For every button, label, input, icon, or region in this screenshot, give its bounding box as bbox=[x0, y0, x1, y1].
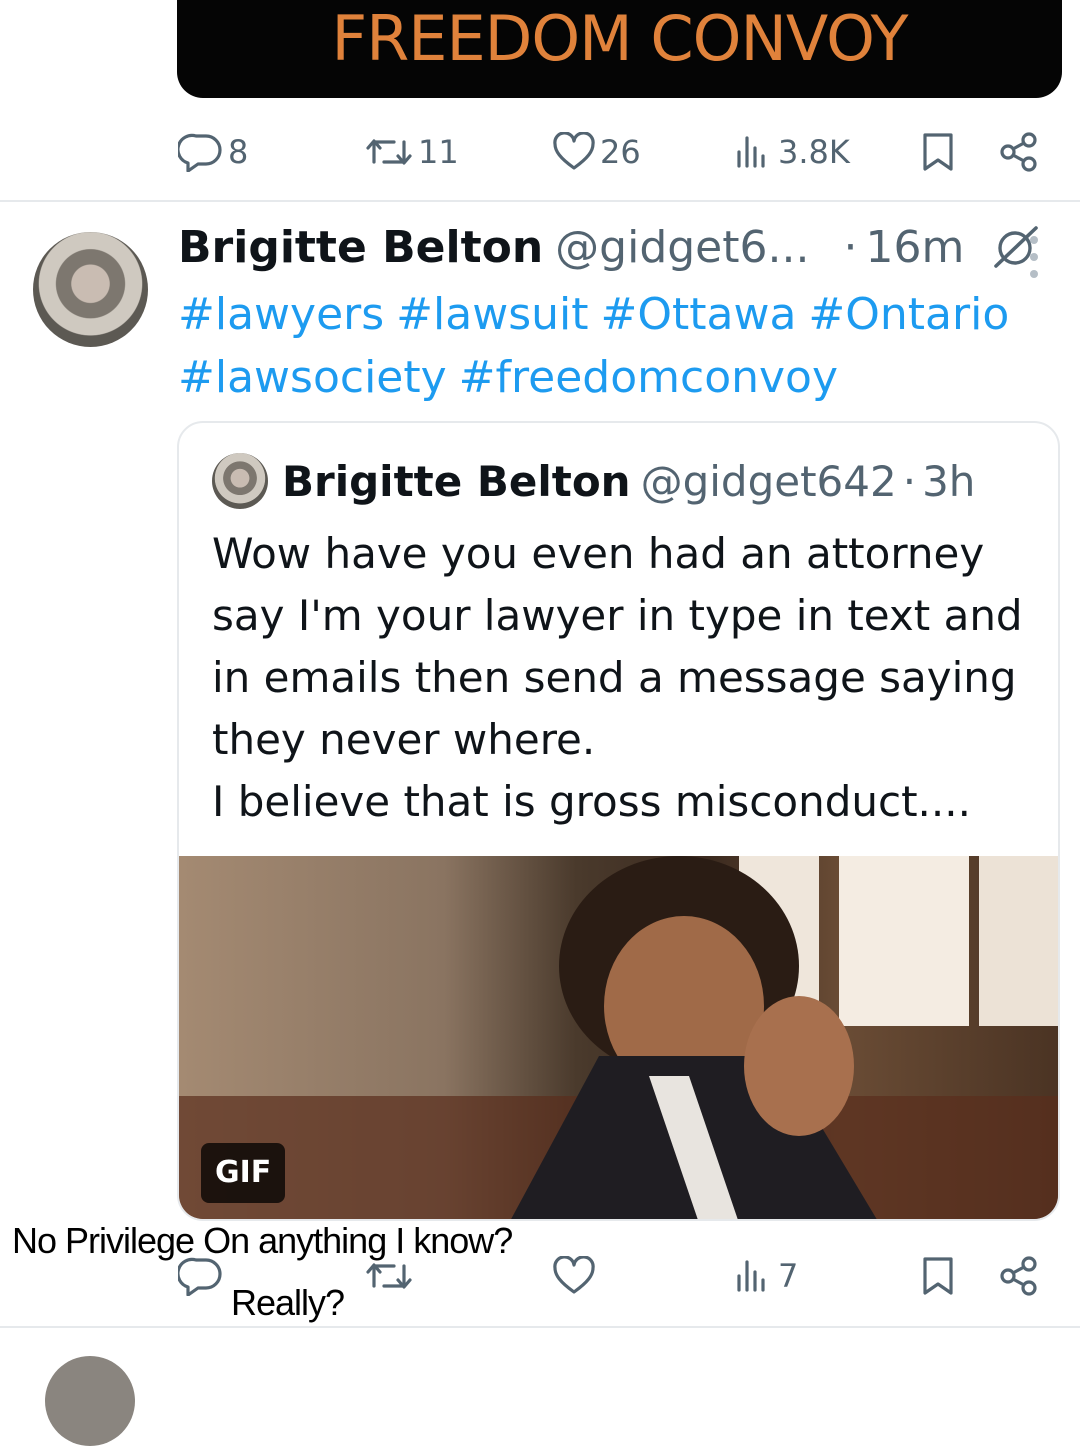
bookmark-button[interactable] bbox=[920, 1256, 956, 1296]
hashtag-link[interactable]: #lawyers bbox=[178, 289, 384, 340]
tweet-hashtags: #lawyers #lawsuit #Ottawa #Ontario #lawsoci… bbox=[178, 283, 1038, 409]
views-button[interactable]: 7 bbox=[734, 1256, 798, 1296]
quoted-tweet-timestamp: 3h bbox=[922, 457, 976, 506]
gif-badge: GIF bbox=[201, 1143, 286, 1203]
text-line: say I'm your lawyer in type in text and bbox=[212, 591, 1023, 640]
views-icon bbox=[737, 1260, 765, 1292]
bookmark-icon bbox=[923, 133, 953, 171]
next-tweet-avatar[interactable] bbox=[45, 1356, 135, 1446]
reply-count: 8 bbox=[228, 133, 249, 171]
tweet-divider bbox=[0, 200, 1080, 202]
repost-button[interactable]: 11 bbox=[364, 132, 459, 172]
repost-button[interactable] bbox=[364, 1256, 418, 1296]
heart-icon bbox=[553, 1256, 595, 1294]
repost-count: 11 bbox=[418, 133, 459, 171]
overlay-caption-line: No Privilege On anything I know? bbox=[12, 1220, 513, 1261]
tweet-timestamp[interactable]: 16m bbox=[865, 222, 964, 273]
reply-button[interactable]: 8 bbox=[178, 132, 248, 172]
reply-button[interactable] bbox=[178, 1256, 228, 1296]
hashtag-link[interactable]: #freedomconvoy bbox=[459, 352, 838, 403]
reply-icon bbox=[178, 133, 222, 172]
like-button[interactable] bbox=[552, 1256, 600, 1296]
text-line: they never where. bbox=[212, 715, 596, 764]
like-button[interactable]: 26 bbox=[552, 132, 641, 172]
overlay-caption-line: Really? bbox=[231, 1282, 345, 1323]
share-button[interactable] bbox=[998, 132, 1040, 172]
text-line: in emails then send a message saying bbox=[212, 653, 1017, 702]
quoted-author-name: Brigitte Belton bbox=[282, 457, 631, 506]
like-count: 26 bbox=[600, 133, 641, 171]
views-count: 3.8K bbox=[778, 133, 850, 171]
previous-tweet-media[interactable]: FREEDOM CONVOY bbox=[177, 0, 1062, 98]
hashtag-link[interactable]: #Ontario bbox=[808, 289, 1009, 340]
quoted-author-avatar bbox=[212, 453, 268, 509]
views-count: 7 bbox=[778, 1257, 799, 1295]
share-button[interactable] bbox=[998, 1256, 1040, 1296]
hashtag-link[interactable]: #lawsociety bbox=[178, 352, 447, 403]
views-button[interactable]: 3.8K bbox=[734, 132, 850, 172]
hashtag-link[interactable]: #lawsuit bbox=[396, 289, 588, 340]
media-banner-text: FREEDOM CONVOY bbox=[331, 2, 909, 75]
gif-scene-image bbox=[179, 856, 1058, 1219]
time-separator: · bbox=[902, 457, 917, 506]
author-handle[interactable]: @gidget6... bbox=[555, 222, 809, 273]
bookmark-icon bbox=[923, 1257, 953, 1295]
reply-icon bbox=[178, 1257, 222, 1296]
time-separator: · bbox=[843, 222, 858, 273]
gif-media[interactable]: GIF bbox=[179, 856, 1058, 1219]
repost-icon bbox=[366, 1263, 412, 1289]
author-avatar[interactable] bbox=[33, 232, 148, 347]
text-line: I believe that is gross misconduct.... bbox=[212, 777, 971, 826]
repost-icon bbox=[366, 139, 412, 165]
quoted-author-handle: @gidget642 bbox=[640, 457, 897, 506]
bookmark-button[interactable] bbox=[920, 132, 956, 172]
hashtag-link[interactable]: #Ottawa bbox=[601, 289, 797, 340]
author-name[interactable]: Brigitte Belton bbox=[178, 222, 543, 273]
quoted-tweet-text: Wow have you even had an attorney say I'… bbox=[212, 523, 1042, 833]
tweet-header: Brigitte Belton @gidget6... · 16m bbox=[178, 222, 1040, 273]
text-line: Wow have you even had an attorney bbox=[212, 529, 985, 578]
share-icon bbox=[1000, 1256, 1037, 1296]
quoted-tweet-card[interactable]: Brigitte Belton @gidget642 · 3h Wow have yo… bbox=[177, 421, 1060, 1221]
views-icon bbox=[737, 136, 765, 168]
quoted-tweet-header: Brigitte Belton @gidget642 · 3h bbox=[282, 457, 975, 506]
tweet-divider bbox=[0, 1326, 1080, 1328]
more-options-icon[interactable] bbox=[1030, 236, 1048, 287]
heart-icon bbox=[553, 132, 595, 170]
share-icon bbox=[1000, 132, 1037, 172]
